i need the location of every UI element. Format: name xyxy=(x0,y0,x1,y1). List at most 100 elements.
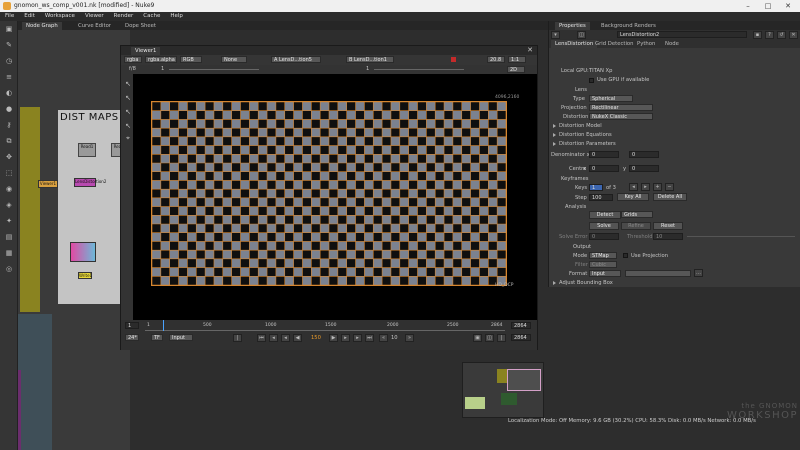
metadata-icon[interactable]: ◈ xyxy=(4,201,14,209)
viewer-node[interactable]: Viewer1 xyxy=(38,180,58,188)
gamma-value[interactable]: 1 xyxy=(366,66,369,72)
delete-all-button[interactable]: Delete All xyxy=(653,193,687,201)
distortion-dropdown[interactable]: NukeX Classic xyxy=(589,113,653,120)
use-projection-checkbox[interactable] xyxy=(623,253,628,258)
yellow-backdrop[interactable] xyxy=(20,107,40,312)
particles-icon[interactable]: ✦ xyxy=(4,217,14,225)
zoom-dropdown[interactable]: 20.8 xyxy=(487,56,505,63)
step-forward-increment-icon[interactable]: » xyxy=(405,334,414,342)
centre-x-field[interactable]: 0 xyxy=(589,165,619,172)
nav-view-rect[interactable] xyxy=(507,369,541,391)
section-distortion-equations[interactable]: Distortion Equations xyxy=(559,132,612,138)
subtab-python[interactable]: Python xyxy=(633,40,659,48)
ratio-dropdown[interactable]: 1:1 xyxy=(508,56,526,63)
next-key-button-icon[interactable]: ▸ xyxy=(641,183,650,191)
out-point-icon[interactable]: | xyxy=(497,334,506,342)
section-distortion-model[interactable]: Distortion Model xyxy=(559,123,602,129)
last-frame-icon[interactable]: ⏭ xyxy=(365,334,374,342)
playhead[interactable] xyxy=(163,320,164,331)
tab-background-renders[interactable]: Background Renders xyxy=(597,22,660,30)
other-icon[interactable]: ▦ xyxy=(4,249,14,257)
gizmo-icon[interactable]: ◎ xyxy=(4,265,14,273)
detect-button[interactable]: Detect xyxy=(589,211,621,219)
next-key-icon[interactable]: ▸ xyxy=(353,334,362,342)
tab-properties[interactable]: Properties xyxy=(555,22,590,30)
prev-key-button-icon[interactable]: ◂ xyxy=(629,183,638,191)
tab-viewer1[interactable]: Viewer1 xyxy=(131,47,161,55)
key-all-button[interactable]: Key All xyxy=(617,193,649,201)
frame-end-field-2[interactable]: 2864 xyxy=(511,334,531,341)
draw-icon[interactable]: ✎ xyxy=(4,41,14,49)
lock-range-icon[interactable]: ◫ xyxy=(485,334,494,342)
denominator-y-field[interactable]: 0 xyxy=(629,151,659,158)
subtab-grid-detection[interactable]: Grid Detection xyxy=(591,40,638,48)
node-icon[interactable]: ◫ xyxy=(577,31,586,39)
threshold-slider[interactable] xyxy=(687,236,795,237)
projection-dropdown[interactable]: Rectilinear xyxy=(589,104,653,111)
frame-start-field[interactable]: 1 xyxy=(125,322,139,329)
channels-dropdown[interactable]: rgba xyxy=(124,56,142,63)
play-forward-icon[interactable]: ▶ xyxy=(329,334,338,342)
remove-key-icon[interactable]: − xyxy=(665,183,674,191)
threshold-field[interactable]: 10 xyxy=(653,233,683,240)
menu-file[interactable]: File xyxy=(0,12,19,19)
max-panels-icon[interactable]: ▾ xyxy=(551,31,560,39)
menu-cache[interactable]: Cache xyxy=(138,12,165,19)
timeline-ruler[interactable]: 1 500 1000 1500 2000 2500 2864 xyxy=(145,320,505,331)
section-distortion-parameters[interactable]: Distortion Parameters xyxy=(559,141,616,147)
merge-icon[interactable]: ⧉ xyxy=(4,137,14,145)
subtab-node[interactable]: Node xyxy=(661,40,683,48)
solve-button[interactable]: Solve xyxy=(589,222,619,230)
add-key-icon[interactable]: + xyxy=(653,183,662,191)
grids-dropdown[interactable]: Grids xyxy=(621,211,653,218)
in-point-icon[interactable]: | xyxy=(233,334,242,342)
record-icon[interactable] xyxy=(451,57,456,62)
menu-help[interactable]: Help xyxy=(165,12,188,19)
playback-mode-icon[interactable]: ▣ xyxy=(473,334,482,342)
adjust-bbox-label[interactable]: Adjust Bounding Box xyxy=(559,280,613,286)
transform-tool-icon[interactable]: ↖ xyxy=(123,94,133,102)
centre-y-field[interactable]: 0 xyxy=(629,165,659,172)
viewer-canvas[interactable]: 4096,2160 HD_DCP xyxy=(133,74,537,324)
filter-dropdown[interactable]: Cubic xyxy=(589,261,617,268)
tab-dope-sheet[interactable]: Dope Sheet xyxy=(121,22,160,30)
read-node-1[interactable]: Read1 xyxy=(78,143,96,157)
menu-render[interactable]: Render xyxy=(109,12,139,19)
step-increment[interactable]: 10 xyxy=(391,335,398,341)
prev-key-icon[interactable]: ◂ xyxy=(269,334,278,342)
3d-icon[interactable]: ⬚ xyxy=(4,169,14,177)
stmap-preview-node[interactable] xyxy=(70,242,96,262)
tf-dropdown[interactable]: TF xyxy=(151,334,163,341)
step-back-icon[interactable]: ◂ xyxy=(281,334,290,342)
reset-button[interactable]: Reset xyxy=(653,222,683,230)
teal-backdrop[interactable] xyxy=(18,314,52,450)
mode-dropdown[interactable]: STMap xyxy=(589,252,617,259)
format-edit-icon[interactable]: … xyxy=(694,269,703,277)
type-dropdown[interactable]: Spherical xyxy=(589,95,633,102)
format-preset-dropdown[interactable] xyxy=(625,270,691,277)
gain-slider[interactable] xyxy=(169,69,259,70)
color-icon[interactable]: ◐ xyxy=(4,89,14,97)
frame-end-field[interactable]: 2864 xyxy=(511,322,531,329)
help-icon[interactable]: ? xyxy=(765,31,774,39)
use-gpu-checkbox[interactable] xyxy=(589,78,594,83)
time-icon[interactable]: ◷ xyxy=(4,57,14,65)
transform-icon[interactable]: ✥ xyxy=(4,153,14,161)
tab-node-graph[interactable]: Node Graph xyxy=(22,22,62,30)
menu-viewer[interactable]: Viewer xyxy=(80,12,109,19)
expand-distortion-parameters-icon[interactable] xyxy=(553,142,556,146)
panel-close-icon[interactable]: ✕ xyxy=(789,31,798,39)
expand-distortion-model-icon[interactable] xyxy=(553,124,556,128)
tab-curve-editor[interactable]: Curve Editor xyxy=(74,22,115,30)
write-node[interactable]: Write1 xyxy=(78,272,92,279)
node-name-field[interactable]: LensDistortion2 xyxy=(617,31,747,38)
fps-dropdown[interactable]: 24* xyxy=(125,334,139,341)
select-tool-icon[interactable]: ↖ xyxy=(123,80,133,88)
first-frame-icon[interactable]: ⏮ xyxy=(257,334,266,342)
step-back-increment-icon[interactable]: « xyxy=(379,334,388,342)
alpha-dropdown[interactable]: rgba.alpha xyxy=(145,56,177,63)
views-icon[interactable]: ◉ xyxy=(4,185,14,193)
step-field[interactable]: 100 xyxy=(589,194,613,201)
gamma-slider[interactable] xyxy=(374,69,464,70)
step-forward-icon[interactable]: ▸ xyxy=(341,334,350,342)
